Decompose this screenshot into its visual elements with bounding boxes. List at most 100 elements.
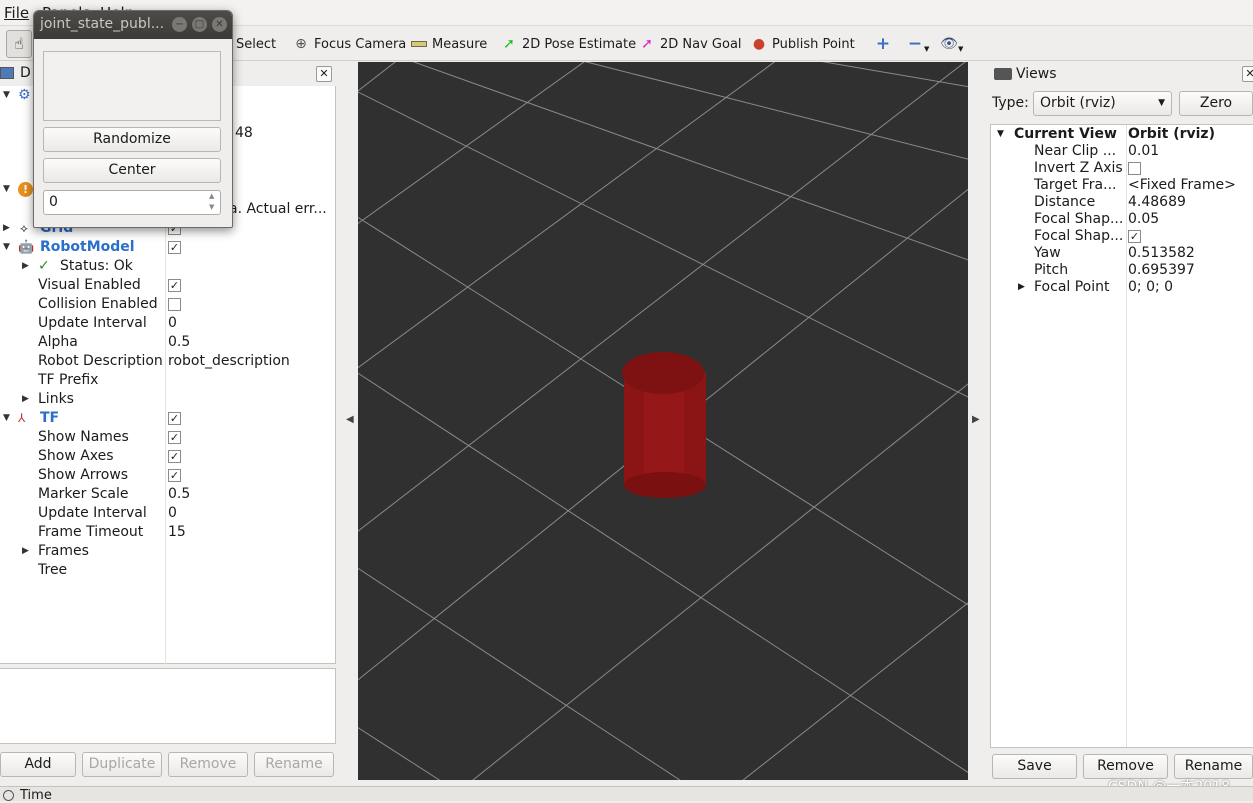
spin-down-icon[interactable]: ▼ bbox=[209, 203, 214, 211]
expand-right-icon: ▶ bbox=[1018, 282, 1025, 292]
display-description-area bbox=[0, 668, 336, 744]
plus-icon: + bbox=[875, 34, 891, 54]
minimize-icon[interactable]: − bbox=[172, 17, 187, 32]
view-row-focal-shap[interactable]: Focal Shap... 0.05 bbox=[991, 211, 1253, 228]
tree-row-robot-model[interactable]: ▼ 🤖 RobotModel ✓ bbox=[0, 238, 336, 257]
close-icon[interactable]: ✕ bbox=[316, 66, 332, 82]
property-checkbox[interactable]: ✓ bbox=[168, 469, 181, 482]
property-value[interactable]: 0.5 bbox=[168, 333, 190, 352]
tree-row-tf-prefix[interactable]: TF Prefix bbox=[0, 371, 336, 390]
tree-row-tf[interactable]: ▼ ⅄ TF ✓ bbox=[0, 409, 336, 428]
interact-button[interactable]: ☝ bbox=[6, 30, 32, 58]
property-value[interactable]: 0.5 bbox=[168, 485, 190, 504]
view-property-label: Target Fra... bbox=[1034, 177, 1117, 193]
add-display-button[interactable]: Add bbox=[0, 752, 76, 777]
jsp-title-bar[interactable]: joint_state_publ... − □ ✕ bbox=[34, 11, 232, 39]
maximize-icon[interactable]: □ bbox=[192, 17, 207, 32]
tree-row-update-interval[interactable]: Update Interval 0 bbox=[0, 314, 336, 333]
save-view-button[interactable]: Save bbox=[992, 754, 1077, 779]
jsp-spin-value: 0 bbox=[49, 194, 58, 210]
property-value[interactable]: robot_description bbox=[168, 352, 290, 371]
jsp-spinbox[interactable]: 0 ▲ ▼ bbox=[43, 190, 221, 215]
property-label: Frames bbox=[38, 543, 89, 559]
pose-estimate-tool[interactable]: ➚ 2D Pose Estimate bbox=[500, 33, 636, 55]
property-checkbox[interactable]: ✓ bbox=[168, 450, 181, 463]
camera-icon bbox=[994, 68, 1012, 80]
view-row-yaw[interactable]: Yaw 0.513582 bbox=[991, 245, 1253, 262]
tree-row-frame-timeout[interactable]: Frame Timeout 15 bbox=[0, 523, 336, 542]
focus-camera-tool[interactable]: ⊕ Focus Camera bbox=[292, 33, 406, 55]
tree-row-marker-scale[interactable]: Marker Scale 0.5 bbox=[0, 485, 336, 504]
measure-tool[interactable]: Measure bbox=[410, 33, 487, 55]
tree-row-show-arrows[interactable]: Show Arrows ✓ bbox=[0, 466, 336, 485]
collapse-left-handle[interactable]: ◀ bbox=[346, 414, 354, 425]
spin-up-icon[interactable]: ▲ bbox=[209, 192, 214, 200]
tree-row-collision-enabled[interactable]: Collision Enabled bbox=[0, 295, 336, 314]
remove-tool-button[interactable]: − ▼ bbox=[906, 33, 930, 55]
current-view-row[interactable]: ▼ Current View Orbit (rviz) bbox=[991, 126, 1253, 143]
tree-row-tree[interactable]: Tree bbox=[0, 561, 336, 580]
rename-display-button[interactable]: Rename bbox=[254, 752, 334, 777]
view-row-invert-z-axis[interactable]: Invert Z Axis bbox=[991, 160, 1253, 177]
gear-icon: ⚙ bbox=[18, 87, 31, 103]
view-property-value[interactable]: 4.48689 bbox=[1128, 194, 1186, 211]
views-title: Views bbox=[1016, 66, 1057, 82]
view-property-value[interactable]: 0; 0; 0 bbox=[1128, 279, 1173, 296]
render-viewport[interactable] bbox=[358, 62, 968, 780]
view-row-distance[interactable]: Distance 4.48689 bbox=[991, 194, 1253, 211]
view-row-pitch[interactable]: Pitch 0.695397 bbox=[991, 262, 1253, 279]
property-value[interactable]: 0 bbox=[168, 314, 177, 333]
add-tool-button[interactable]: + bbox=[874, 33, 896, 55]
view-property-value[interactable]: <Fixed Frame> bbox=[1128, 177, 1236, 194]
tf-label: TF bbox=[40, 410, 60, 426]
tree-row-update-interval[interactable]: Update Interval 0 bbox=[0, 504, 336, 523]
publish-point-tool[interactable]: ● Publish Point bbox=[750, 33, 855, 55]
close-icon[interactable]: ✕ bbox=[1242, 66, 1253, 82]
duplicate-display-button[interactable]: Duplicate bbox=[82, 752, 162, 777]
property-checkbox[interactable] bbox=[168, 298, 181, 311]
tree-row-show-axes[interactable]: Show Axes ✓ bbox=[0, 447, 336, 466]
center-button[interactable]: Center bbox=[43, 158, 221, 183]
view-property-value[interactable]: 0.513582 bbox=[1128, 245, 1195, 262]
randomize-button[interactable]: Randomize bbox=[43, 127, 221, 152]
select-label: Select bbox=[236, 36, 277, 52]
robot-model-checkbox[interactable]: ✓ bbox=[168, 241, 181, 254]
property-value[interactable]: 15 bbox=[168, 523, 186, 542]
tree-row-links[interactable]: ▶ Links bbox=[0, 390, 336, 409]
property-label: Show Arrows bbox=[38, 467, 129, 483]
view-row-near-clip[interactable]: Near Clip ... 0.01 bbox=[991, 143, 1253, 160]
property-checkbox[interactable]: ✓ bbox=[168, 431, 181, 444]
expand-down-icon: ▼ bbox=[3, 242, 10, 252]
tree-row-robot-status[interactable]: ▶ ✓ Status: Ok bbox=[0, 257, 336, 276]
view-type-row: Type: Orbit (rviz) ▼ Zero bbox=[990, 90, 1253, 118]
select-tool[interactable]: Select bbox=[236, 33, 276, 55]
frame-rate-value: 48 bbox=[235, 125, 253, 141]
remove-display-button[interactable]: Remove bbox=[168, 752, 248, 777]
tf-checkbox[interactable]: ✓ bbox=[168, 412, 181, 425]
tree-row-robot-description[interactable]: Robot Description robot_description bbox=[0, 352, 336, 371]
tree-row-show-names[interactable]: Show Names ✓ bbox=[0, 428, 336, 447]
tree-row-visual-enabled[interactable]: Visual Enabled ✓ bbox=[0, 276, 336, 295]
expand-right-icon: ▶ bbox=[22, 546, 29, 556]
zero-button[interactable]: Zero bbox=[1179, 91, 1253, 116]
view-options-button[interactable]: 👁 ▼ bbox=[940, 33, 963, 55]
view-property-value[interactable]: 0.695397 bbox=[1128, 262, 1195, 279]
property-value[interactable]: 0 bbox=[168, 504, 177, 523]
view-type-select[interactable]: Orbit (rviz) ▼ bbox=[1033, 91, 1172, 116]
view-property-checkbox[interactable] bbox=[1128, 162, 1141, 175]
view-row-target-fra[interactable]: Target Fra... <Fixed Frame> bbox=[991, 177, 1253, 194]
collapse-right-handle[interactable]: ▶ bbox=[972, 414, 980, 425]
nav-goal-tool[interactable]: ➚ 2D Nav Goal bbox=[638, 33, 741, 55]
close-icon[interactable]: ✕ bbox=[212, 17, 227, 32]
view-property-value[interactable]: 0.05 bbox=[1128, 211, 1159, 228]
menu-file[interactable]: File bbox=[4, 4, 29, 22]
view-row-focal-shap[interactable]: Focal Shap... ✓ bbox=[991, 228, 1253, 245]
robot-model-label: RobotModel bbox=[40, 239, 135, 255]
view-property-label: Pitch bbox=[1034, 262, 1069, 278]
view-property-checkbox[interactable]: ✓ bbox=[1128, 230, 1141, 243]
view-property-value[interactable]: 0.01 bbox=[1128, 143, 1159, 160]
tree-row-frames[interactable]: ▶ Frames bbox=[0, 542, 336, 561]
tree-row-alpha[interactable]: Alpha 0.5 bbox=[0, 333, 336, 352]
view-row-focal-point[interactable]: ▶ Focal Point 0; 0; 0 bbox=[991, 279, 1253, 296]
property-checkbox[interactable]: ✓ bbox=[168, 279, 181, 292]
